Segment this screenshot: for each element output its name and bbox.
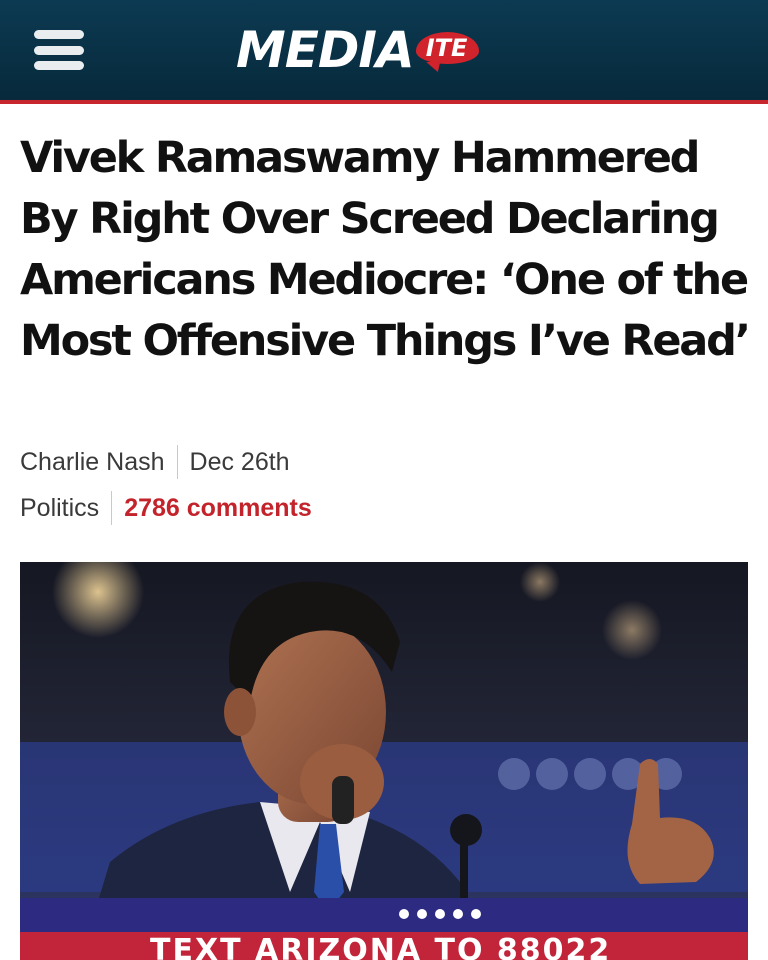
author-link[interactable]: Charlie Nash (20, 448, 165, 477)
menu-bar (34, 61, 84, 70)
article-meta: Politics 2786 comments (20, 488, 312, 528)
menu-bar (34, 45, 84, 55)
site-logo[interactable]: MEDIA ITE (236, 21, 480, 79)
stage-light (602, 600, 662, 660)
publish-date: Dec 26th (189, 447, 290, 476)
menu-bar (34, 30, 84, 39)
article-photo[interactable]: TEXT ARIZONA TO 88022 (20, 562, 748, 960)
byline: Charlie Nash Dec 26th (20, 442, 290, 482)
category-link[interactable]: Politics (20, 494, 99, 523)
logo-badge: ITE (415, 32, 480, 64)
stage-light (520, 562, 560, 602)
podium-banner-text: TEXT ARIZONA TO 88022 (150, 933, 611, 960)
site-header: MEDIA ITE (0, 0, 768, 104)
speaker-ear (224, 688, 256, 736)
meta-divider (111, 491, 113, 525)
microphone (332, 776, 354, 824)
logo-wordmark: MEDIA (236, 21, 415, 79)
podium-microphone (450, 814, 482, 846)
hamburger-menu-icon[interactable] (34, 30, 84, 70)
article-headline: Vivek Ramaswamy Hammered By Right Over S… (20, 133, 751, 366)
meta-divider (176, 445, 178, 479)
comments-link[interactable]: 2786 comments (124, 494, 312, 523)
